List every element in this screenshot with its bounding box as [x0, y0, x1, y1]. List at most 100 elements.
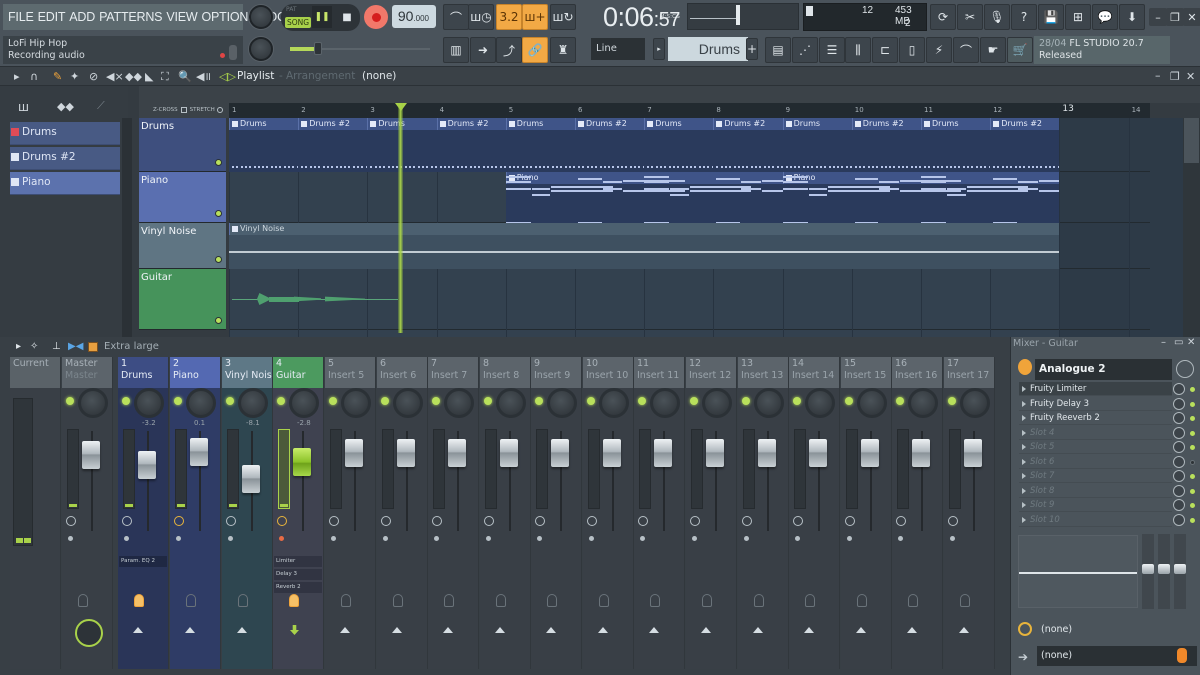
volume-fader[interactable]	[242, 465, 260, 493]
strip-enable-led[interactable]	[690, 397, 698, 405]
automation-icon[interactable]: ⟋	[97, 99, 105, 113]
volume-fader[interactable]	[654, 439, 672, 467]
minimize-icon[interactable]: –	[1155, 66, 1161, 85]
record-arm-dot[interactable]	[795, 536, 800, 541]
pan-knob[interactable]	[857, 388, 887, 418]
strip-enable-led[interactable]	[174, 397, 182, 405]
route-arrow-icon[interactable]	[804, 627, 814, 633]
track-header-vinyl-noise[interactable]: Vinyl Noise	[139, 223, 226, 269]
add-pattern-button[interactable]: +	[746, 38, 758, 60]
mixer-strip-master[interactable]: Master Master	[62, 357, 113, 669]
close-icon[interactable]: ✕	[1186, 67, 1195, 86]
slot-mix-knob[interactable]	[1173, 426, 1185, 439]
eq-high-fader[interactable]	[1174, 534, 1186, 609]
mixer-strip-3[interactable]: 3Vinyl Noise -8.1	[222, 357, 273, 669]
pan-knob[interactable]	[186, 388, 216, 418]
strip-header[interactable]: 6 Insert 6	[377, 357, 427, 388]
slot-mix-knob[interactable]	[1173, 513, 1185, 526]
strip-header[interactable]: 8 Insert 8	[480, 357, 530, 388]
touch-controller-button[interactable]: ☛	[980, 37, 1006, 63]
track-mute-led[interactable]	[215, 317, 222, 324]
mixer-strip-7[interactable]: 7 Insert 7	[428, 357, 479, 669]
route-arrow-icon[interactable]	[701, 627, 711, 633]
strip-enable-led[interactable]	[122, 397, 130, 405]
wait-input-button[interactable]: ш◷	[468, 4, 494, 30]
latency-clock-icon[interactable]	[845, 516, 855, 526]
effect-slot[interactable]: Fruity Delay 3	[1019, 397, 1172, 411]
magnet-icon[interactable]: ∩	[30, 67, 38, 86]
fx-slot-label[interactable]: Reverb 2	[274, 582, 322, 593]
record-arm-dot[interactable]	[589, 536, 594, 541]
volume-fader[interactable]	[706, 439, 724, 467]
track-mute-led[interactable]	[215, 256, 222, 263]
bulb-icon[interactable]	[702, 594, 712, 607]
bulb-icon[interactable]	[805, 594, 815, 607]
pan-knob[interactable]	[960, 388, 990, 418]
bulb-icon[interactable]	[289, 594, 299, 607]
shop-button[interactable]: 🛒	[1007, 37, 1033, 63]
strip-header[interactable]: 13 Insert 13	[738, 357, 788, 388]
mixer-strip-5[interactable]: 5 Insert 5	[325, 357, 376, 669]
bulb-icon[interactable]	[960, 594, 970, 607]
fx-slot-label[interactable]: Limiter	[274, 556, 322, 567]
pan-knob[interactable]	[805, 388, 835, 418]
strip-header[interactable]: 4 Guitar	[273, 357, 323, 388]
restore-button[interactable]: ❐	[1166, 8, 1184, 26]
strip-enable-led[interactable]	[587, 397, 595, 405]
record-arm-dot[interactable]	[486, 536, 491, 541]
pattern-clip[interactable]: Drums	[921, 118, 991, 172]
audio-input-selector[interactable]: (none)	[1037, 620, 1197, 640]
slot-enable-led[interactable]	[1190, 401, 1195, 407]
mixer-strip-17[interactable]: 17 Insert 17	[944, 357, 995, 669]
typing-keyboard-button[interactable]: ▥	[443, 37, 469, 63]
latency-clock-icon[interactable]	[793, 516, 803, 526]
slip-icon[interactable]: ◆◆	[125, 67, 142, 86]
slot-enable-led[interactable]	[1190, 445, 1195, 450]
volume-fader[interactable]	[82, 441, 100, 469]
playback-icon[interactable]: ◀॥	[196, 67, 211, 86]
mixer-strip-11[interactable]: 11 Insert 11	[634, 357, 685, 669]
latency-clock-icon[interactable]	[948, 516, 958, 526]
minimize-icon[interactable]: –	[1161, 337, 1166, 348]
volume-fader[interactable]	[190, 438, 208, 466]
strip-header[interactable]: 3Vinyl Noise	[222, 357, 272, 388]
volume-fader[interactable]	[861, 439, 879, 467]
pattern-clip[interactable]: Drums #2	[713, 118, 783, 172]
strip-header[interactable]: 10 Insert 10	[583, 357, 633, 388]
pattern-clip[interactable]: Drums	[505, 118, 575, 172]
play-pause-button[interactable]: ❚❚	[312, 6, 332, 28]
effect-slot[interactable]: Slot 9	[1019, 498, 1172, 512]
pan-knob[interactable]	[134, 388, 164, 418]
latency-clock-icon[interactable]	[432, 516, 442, 526]
volume-fader[interactable]	[758, 439, 776, 467]
master-route-knob[interactable]	[75, 619, 103, 647]
record-arm-dot[interactable]	[176, 536, 181, 541]
fx-slot-label[interactable]: Delay 3	[274, 569, 322, 580]
track-mute-led[interactable]	[215, 210, 222, 217]
pattern-item-drums-2[interactable]: Drums #2	[10, 147, 120, 170]
eq-low-fader[interactable]	[1142, 534, 1154, 609]
picker-scrollbar[interactable]	[122, 118, 132, 337]
strip-enable-led[interactable]	[638, 397, 646, 405]
color-icon[interactable]	[88, 342, 98, 352]
strip-enable-led[interactable]	[742, 397, 750, 405]
pan-knob[interactable]	[702, 388, 732, 418]
latency-clock-icon[interactable]	[226, 516, 236, 526]
strip-header[interactable]: Current	[10, 357, 60, 388]
effect-slot[interactable]: Slot 5	[1019, 440, 1172, 454]
snap-selector[interactable]: Line	[591, 38, 645, 60]
strip-header[interactable]: 12 Insert 12	[686, 357, 736, 388]
slot-enable-led[interactable]	[1190, 416, 1195, 421]
route-arrow-icon[interactable]	[959, 627, 969, 633]
audio-input-button[interactable]: 🎙	[984, 4, 1010, 30]
mixer-strip-14[interactable]: 14 Insert 14	[789, 357, 840, 669]
slot-mix-knob[interactable]	[1173, 484, 1185, 497]
route-arrow-icon[interactable]	[185, 627, 195, 633]
latency-clock-icon[interactable]	[638, 516, 648, 526]
strip-enable-led[interactable]	[66, 397, 74, 405]
slot-enable-led[interactable]	[1190, 488, 1195, 494]
latency-clock-icon[interactable]	[174, 516, 184, 526]
bulb-icon[interactable]	[444, 594, 454, 607]
route-arrow-icon[interactable]	[133, 627, 143, 633]
slot-mix-knob[interactable]	[1173, 412, 1185, 424]
